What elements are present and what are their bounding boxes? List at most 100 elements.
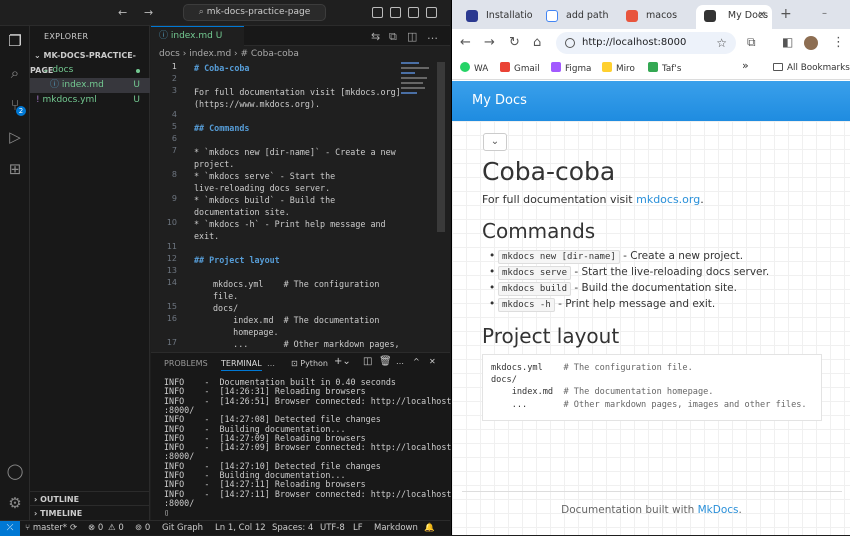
back-arrow-icon[interactable]: ← [460, 35, 471, 50]
chevron-down-icon: ⌄ [34, 51, 41, 60]
tree-file-mkdocs-yml[interactable]: ! mkdocs.yml U [30, 93, 150, 108]
browser-tab[interactable]: Installatio [458, 5, 534, 29]
reload-icon[interactable]: ↻ [509, 35, 520, 50]
more-actions-icon[interactable]: … [427, 29, 438, 42]
trash-icon[interactable]: 🗑 [379, 356, 392, 367]
remote-indicator-icon[interactable]: ⤫ [0, 521, 20, 536]
code-line: # Coba-coba [194, 63, 250, 73]
account-icon[interactable]: ◯ [6, 462, 24, 480]
page-title: Coba-coba [482, 157, 616, 186]
editor-scrollbar[interactable] [437, 62, 445, 232]
command-center-search[interactable]: ⌕ mk-docs-practice-page [183, 4, 326, 21]
forward-arrow-icon[interactable]: → [484, 35, 495, 50]
errors-count[interactable]: ⊗ 0 [88, 521, 103, 535]
warnings-count[interactable]: ⚠ 0 [108, 521, 124, 535]
timeline-section[interactable]: › TIMELINE [30, 505, 150, 520]
line-number: 7 [171, 146, 177, 155]
split-editor-icon[interactable]: ◫ [407, 30, 417, 43]
language-mode[interactable]: Markdown [374, 521, 418, 535]
more-icon[interactable]: … [267, 359, 275, 368]
terminal-shell-selector[interactable]: ⊡ Python [291, 359, 328, 368]
toggle-sidebar-icon[interactable] [372, 7, 383, 18]
command-desc: - Print help message and exit. [554, 298, 716, 310]
bookmark-wa[interactable]: WA [460, 62, 488, 75]
more-actions-icon[interactable]: … [396, 357, 404, 366]
open-preview-icon[interactable]: ⧉ [389, 30, 397, 44]
encoding[interactable]: UTF-8 [320, 521, 345, 535]
code-line: index.md # The documentation [213, 315, 380, 325]
footer-divider [462, 491, 842, 492]
tree-folder-docs[interactable]: ⌄ docs [30, 63, 150, 78]
mkdocs-link[interactable]: MkDocs [698, 504, 739, 516]
code-line: * `mkdocs -h` - Print help message and [194, 219, 386, 229]
bookmark-star-icon[interactable]: ☆ [716, 32, 727, 54]
open-changes-icon[interactable]: ⇆ [371, 30, 380, 43]
minimap[interactable] [401, 62, 431, 102]
back-arrow-icon[interactable]: ← [118, 6, 127, 19]
toc-dropdown-chevron-icon[interactable]: ⌄ [483, 133, 507, 151]
indentation[interactable]: Spaces: 4 [272, 521, 313, 535]
extensions-puzzle-icon[interactable]: ⧉ [747, 35, 756, 50]
branch-status[interactable]: ⑂ master* [25, 521, 67, 535]
add-terminal-icon[interactable]: +⌄ [334, 356, 351, 367]
notifications-bell-icon[interactable]: 🔔 [424, 521, 435, 535]
code-text: mkdocs.yml [491, 363, 564, 373]
breadcrumb-file[interactable]: index.md [189, 49, 231, 59]
end-of-line[interactable]: LF [353, 521, 363, 535]
cursor-position[interactable]: Ln 1, Col 12 [215, 521, 266, 535]
bookmark-miro[interactable]: Miro [602, 62, 635, 75]
browser-tab[interactable]: macos [618, 5, 694, 29]
explorer-files-icon[interactable]: ❐ [6, 32, 24, 50]
side-panel-icon[interactable]: ◧ [782, 35, 793, 49]
mkdocs-org-link[interactable]: mkdocs.org [636, 193, 700, 206]
maximize-panel-icon[interactable]: ^ [413, 357, 420, 366]
run-debug-icon[interactable]: ▷ [6, 128, 24, 146]
bookmark-label: Figma [565, 64, 592, 74]
all-bookmarks-button[interactable]: All Bookmarks [773, 62, 850, 74]
intro-text: For full documentation visit [482, 193, 637, 206]
forward-arrow-icon[interactable]: → [144, 6, 153, 19]
tree-file-index-md[interactable]: ⓘ index.md U [30, 78, 150, 93]
more-bookmarks-icon[interactable]: » [742, 60, 749, 72]
profile-avatar[interactable] [804, 36, 818, 50]
browser-tab[interactable]: add path [538, 5, 614, 29]
customize-layout-icon[interactable] [426, 7, 437, 18]
modified-dot-icon [136, 69, 140, 73]
search-icon[interactable]: ⌕ [6, 64, 24, 82]
site-name[interactable]: My Docs [472, 93, 527, 108]
tab-index-md[interactable]: ⓘ index.md U [151, 26, 244, 46]
toggle-secondary-sidebar-icon[interactable] [408, 7, 419, 18]
sync-icon[interactable]: ⟳ [70, 521, 77, 535]
new-tab-icon[interactable]: + [780, 6, 792, 22]
line-number: 14 [166, 278, 177, 287]
workspace-root[interactable]: ⌄ MK-DOCS-PRACTICE-PAGE [30, 48, 150, 75]
bookmark-tafs[interactable]: Taf's [648, 62, 681, 75]
close-tab-icon[interactable]: ✕ [758, 5, 766, 27]
intro-period: . [700, 193, 704, 206]
close-panel-icon[interactable]: ✕ [429, 357, 436, 366]
address-bar[interactable]: http://localhost:8000 ☆ [556, 32, 736, 54]
breadcrumb-symbol[interactable]: # Coba-coba [240, 49, 298, 59]
bookmark-gmail[interactable]: Gmail [500, 62, 540, 75]
toggle-panel-icon[interactable] [390, 7, 401, 18]
tab-problems[interactable]: PROBLEMS [164, 359, 208, 368]
tab-badge: U [215, 31, 223, 41]
code-comment: # The documentation homepage. [563, 387, 714, 398]
tab-terminal[interactable]: TERMINAL [221, 359, 262, 371]
breadcrumb-folder[interactable]: docs [159, 49, 180, 59]
split-terminal-icon[interactable]: ◫ [363, 356, 372, 367]
ports-count[interactable]: ⊚ 0 [135, 521, 150, 535]
terminal-output[interactable]: INFO - Documentation built in 0.40 secon… [151, 377, 451, 518]
git-graph-button[interactable]: Git Graph [162, 521, 203, 535]
bookmark-label: Taf's [662, 64, 682, 74]
code-view[interactable]: 1 3 5 7 8 9 10 11 12 13 14 15 16 17 2 4 … [151, 62, 437, 352]
minimize-icon[interactable]: – [822, 8, 827, 19]
browser-tab-active[interactable]: My Docs ✕ [696, 5, 772, 29]
menu-kebab-icon[interactable]: ⋮ [832, 35, 845, 50]
outline-section[interactable]: › OUTLINE [30, 491, 150, 506]
home-icon[interactable]: ⌂ [533, 35, 541, 50]
figma-icon [551, 62, 561, 72]
settings-gear-icon[interactable]: ⚙ [6, 494, 24, 512]
extensions-icon[interactable]: ⊞ [6, 160, 24, 178]
bookmark-figma[interactable]: Figma [551, 62, 591, 75]
